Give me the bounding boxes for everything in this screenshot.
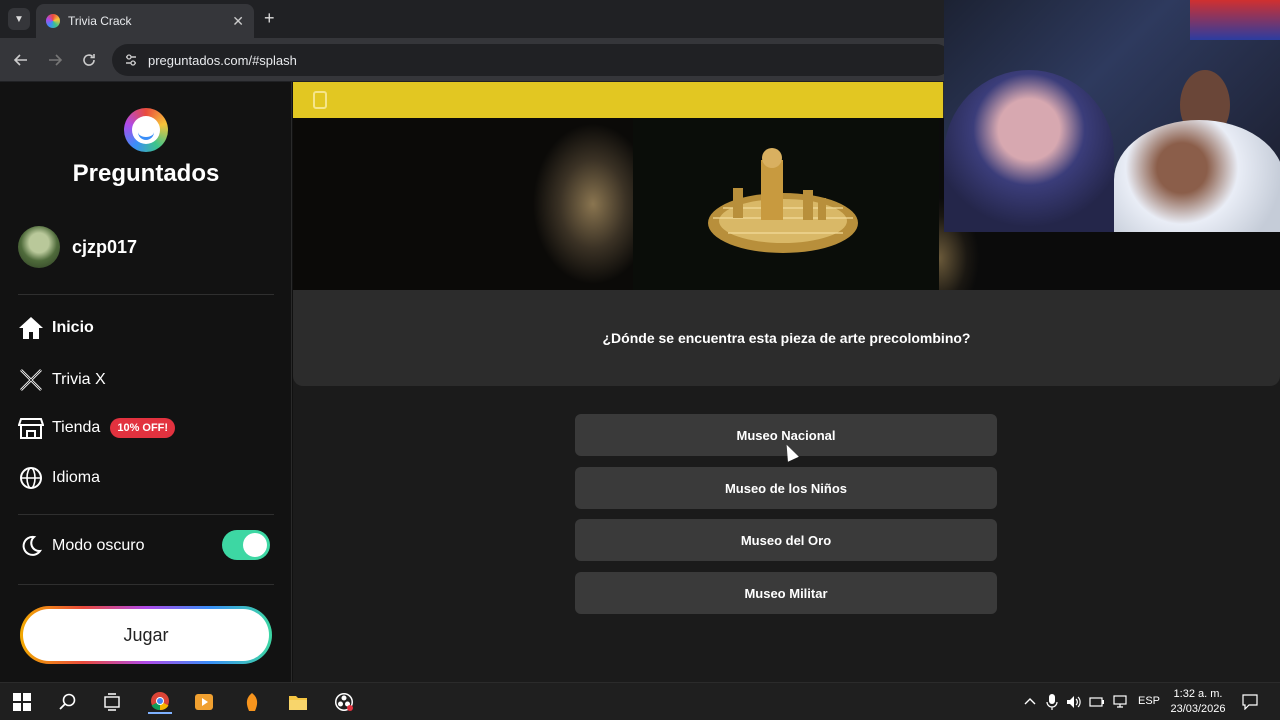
- divider: [18, 294, 274, 295]
- answer-option-4[interactable]: Museo Militar: [575, 572, 997, 614]
- dark-mode-row: Modo oscuro: [18, 534, 145, 558]
- battery-icon[interactable]: [1085, 690, 1109, 714]
- store-icon: [18, 418, 44, 439]
- username: cjzp017: [72, 236, 138, 257]
- clock[interactable]: 1:32 a. m. 23/03/2026: [1166, 687, 1230, 717]
- search-icon[interactable]: [56, 690, 80, 714]
- golden-raft-illustration: [708, 148, 858, 253]
- reload-icon: [83, 54, 95, 66]
- taskbar: ESP 1:32 a. m. 23/03/2026: [0, 682, 1280, 720]
- close-icon[interactable]: ✕: [232, 13, 244, 30]
- forward-button[interactable]: [44, 49, 66, 71]
- category-icon: [313, 91, 327, 109]
- avatar[interactable]: [18, 226, 60, 268]
- sidebar-item-label: Idioma: [52, 469, 101, 486]
- file-explorer-icon[interactable]: [286, 690, 310, 714]
- user-profile[interactable]: cjzp017: [18, 226, 137, 268]
- person-streamer: [944, 70, 1114, 232]
- sidebar-item-label: Trivia X: [52, 371, 106, 388]
- address-bar[interactable]: preguntados.com/#splash: [112, 44, 952, 76]
- arrow-left-icon: [14, 54, 27, 66]
- clock-time: 1:32 a. m.: [1173, 688, 1223, 700]
- sidebar: Preguntados cjzp017 Inicio Trivia X Tien…: [0, 82, 292, 682]
- flag-background: [1190, 0, 1280, 40]
- globe-icon: [20, 467, 42, 489]
- x-logo-icon: [20, 369, 42, 391]
- tab-search-button[interactable]: ▼: [8, 8, 30, 30]
- sidebar-item-trivia-x[interactable]: Trivia X: [18, 368, 106, 392]
- browser-tab[interactable]: Trivia Crack ✕: [36, 4, 254, 38]
- language-indicator[interactable]: ESP: [1138, 695, 1160, 707]
- volume-icon[interactable]: [1062, 690, 1086, 714]
- tab-title: Trivia Crack: [68, 14, 132, 28]
- back-button[interactable]: [10, 49, 32, 71]
- divider: [18, 514, 274, 515]
- golden-raft-image: [633, 118, 939, 290]
- answer-option-3[interactable]: Museo del Oro: [575, 519, 997, 561]
- notification-icon[interactable]: [1238, 690, 1262, 714]
- arrow-right-icon: [49, 54, 62, 66]
- home-icon: [19, 317, 43, 339]
- play-button[interactable]: Jugar: [20, 606, 272, 664]
- chrome-icon[interactable]: [148, 690, 172, 714]
- answer-option-2[interactable]: Museo de los Niños: [575, 467, 997, 509]
- clock-date: 23/03/2026: [1170, 703, 1226, 715]
- obs-icon[interactable]: [332, 690, 356, 714]
- network-icon[interactable]: [1108, 690, 1132, 714]
- windows-start-icon[interactable]: [10, 690, 34, 714]
- sidebar-item-idioma[interactable]: Idioma: [18, 466, 100, 490]
- sidebar-item-label: Inicio: [52, 319, 94, 336]
- fl-studio-icon[interactable]: [240, 690, 264, 714]
- person-foreground: [1114, 120, 1280, 232]
- sidebar-item-tienda[interactable]: Tienda 10% OFF!: [18, 416, 176, 440]
- question-text: ¿Dónde se encuentra esta pieza de arte p…: [602, 330, 971, 346]
- screen: ▼ Trivia Crack ✕ + preguntados.com/#spla…: [0, 0, 1280, 720]
- url-text: preguntados.com/#splash: [148, 52, 297, 68]
- reload-button[interactable]: [78, 49, 100, 71]
- trivia-favicon-icon: [46, 14, 60, 28]
- discount-badge: 10% OFF!: [110, 418, 176, 438]
- logo-text: Preguntados: [72, 160, 220, 187]
- new-tab-button[interactable]: +: [264, 8, 275, 29]
- webcam-overlay: [944, 0, 1280, 232]
- category-bar: [293, 82, 943, 118]
- media-player-icon[interactable]: [192, 690, 216, 714]
- image-left-blur: [293, 118, 633, 290]
- divider: [18, 584, 274, 585]
- moon-icon: [22, 535, 43, 556]
- preguntados-logo-icon: [124, 108, 168, 152]
- site-info-icon[interactable]: [124, 53, 138, 67]
- task-view-icon[interactable]: [100, 690, 124, 714]
- sidebar-item-inicio[interactable]: Inicio: [18, 316, 94, 340]
- dark-mode-label: Modo oscuro: [52, 537, 145, 554]
- dark-mode-toggle[interactable]: [222, 530, 270, 560]
- microphone-icon[interactable]: [1040, 690, 1064, 714]
- sidebar-item-label: Tienda: [52, 419, 101, 436]
- chevron-up-icon[interactable]: [1018, 690, 1042, 714]
